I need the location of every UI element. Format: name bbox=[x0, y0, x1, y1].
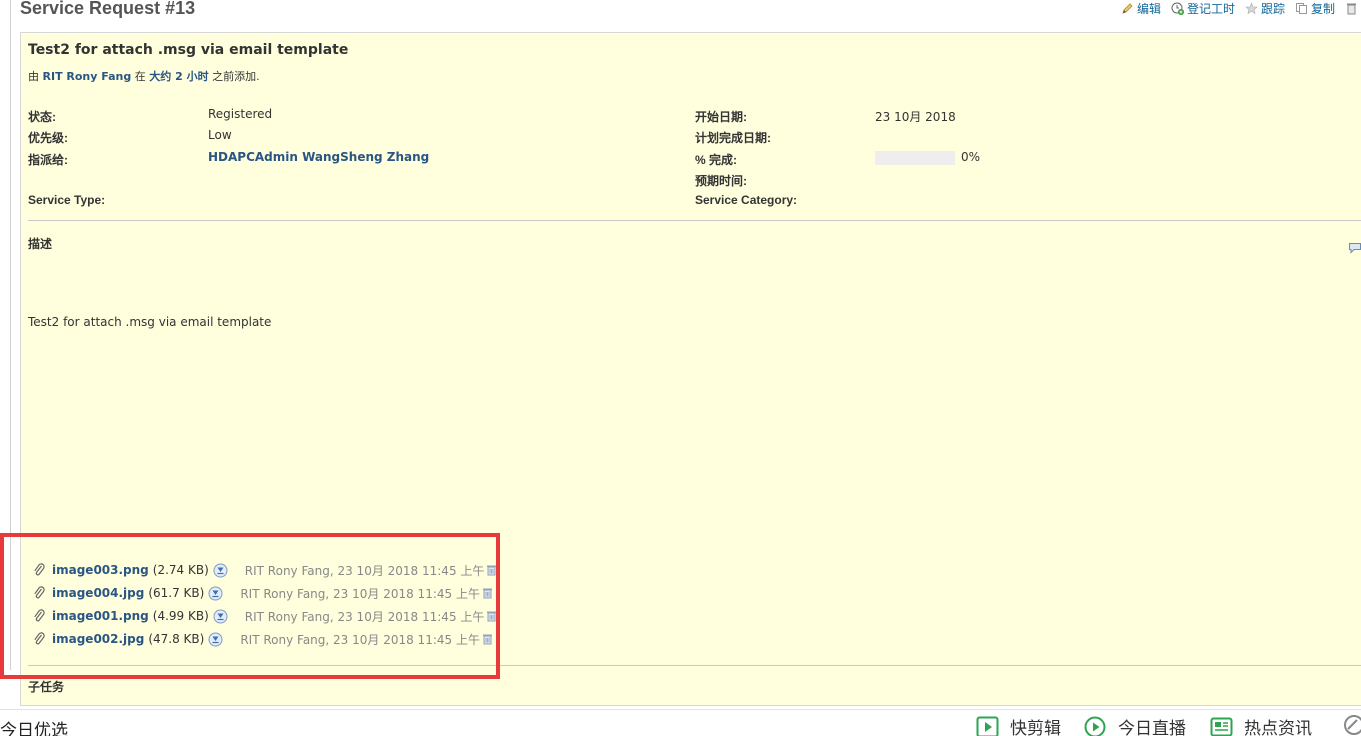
attachment-author-date: RIT Rony Fang, 23 10月 2018 11:45 上午 bbox=[244, 609, 485, 624]
author-link[interactable]: RIT Rony Fang bbox=[43, 70, 132, 83]
assignee-label: 指派给: bbox=[28, 153, 68, 167]
issue-actions: 编辑 登记工时 跟踪 复制 bbox=[1111, 0, 1361, 16]
author-suffix: 之前添加. bbox=[212, 70, 260, 83]
attachment-row: image001.png (4.99 KB) RIT Rony Fang, 23 1… bbox=[33, 607, 497, 625]
service-type-label: Service Type: bbox=[28, 193, 106, 207]
taskbar-item-news[interactable]: 热点资讯 bbox=[1210, 714, 1312, 736]
attributes-divider bbox=[28, 220, 1361, 221]
log-time-button[interactable]: 登记工时 bbox=[1171, 0, 1235, 17]
download-icon[interactable] bbox=[213, 563, 228, 578]
issue-subject: Test2 for attach .msg via email template bbox=[28, 42, 349, 58]
estimated-time-label: 预期时间: bbox=[695, 174, 747, 188]
taskbar-overflow-icon[interactable] bbox=[1342, 714, 1361, 736]
edit-button[interactable]: 编辑 bbox=[1121, 0, 1161, 17]
priority-label: 优先级: bbox=[28, 131, 68, 145]
watch-button[interactable]: 跟踪 bbox=[1245, 0, 1285, 17]
author-prefix: 由 bbox=[28, 70, 39, 83]
issue-author-line: 由 RIT Rony Fang 在 大约 2 小时 之前添加. bbox=[28, 68, 260, 84]
taskbar-item-label: 今日直播 bbox=[1118, 719, 1186, 736]
service-category-label: Service Category: bbox=[695, 193, 798, 207]
attachment-size: (2.74 KB) bbox=[152, 563, 209, 577]
paperclip-icon bbox=[33, 609, 45, 623]
attachment-row: image003.png (2.74 KB) RIT Rony Fang, 23 1… bbox=[33, 561, 497, 579]
taskbar-item-live[interactable]: 今日直播 bbox=[1084, 714, 1186, 736]
created-time-link[interactable]: 大约 2 小时 bbox=[149, 70, 208, 83]
log-time-label: 登记工时 bbox=[1186, 1, 1235, 16]
attachment-row: image002.jpg (47.8 KB) RIT Rony Fang, 23 1… bbox=[33, 630, 493, 648]
taskbar-item-clip[interactable]: 快剪辑 bbox=[976, 714, 1061, 736]
attachment-size: (4.99 KB) bbox=[152, 609, 209, 623]
download-icon[interactable] bbox=[213, 609, 228, 624]
attachment-author-date: RIT Rony Fang, 23 10月 2018 11:45 上午 bbox=[244, 563, 485, 578]
done-ratio-bar bbox=[875, 151, 955, 165]
attachment-row: image004.jpg (61.7 KB) RIT Rony Fang, 23 1… bbox=[33, 584, 493, 602]
description-body: Test2 for attach .msg via email template bbox=[28, 315, 272, 329]
author-mid: 在 bbox=[134, 70, 146, 83]
taskbar-item-label: 快剪辑 bbox=[1010, 719, 1061, 736]
delete-attachment-icon[interactable] bbox=[486, 610, 497, 622]
delete-attachment-icon[interactable] bbox=[482, 633, 493, 645]
start-date-value: 23 10月 2018 bbox=[875, 110, 956, 124]
page-title: Service Request #13 bbox=[20, 0, 196, 18]
taskbar-item-label: 热点资讯 bbox=[1244, 719, 1312, 736]
copy-icon bbox=[1295, 2, 1308, 15]
pencil-icon bbox=[1121, 2, 1134, 15]
copy-button[interactable]: 复制 bbox=[1295, 0, 1335, 17]
attachment-size: (47.8 KB) bbox=[148, 632, 205, 646]
edit-label: 编辑 bbox=[1136, 1, 1161, 16]
copy-label: 复制 bbox=[1310, 1, 1335, 16]
assignee-link[interactable]: HDAPCAdmin WangSheng Zhang bbox=[208, 150, 429, 164]
done-ratio-label: % 完成: bbox=[695, 153, 738, 167]
paperclip-icon bbox=[33, 563, 45, 577]
left-divider bbox=[10, 0, 11, 670]
delete-attachment-icon[interactable] bbox=[486, 564, 497, 576]
attachment-link[interactable]: image004.jpg bbox=[52, 586, 144, 600]
download-icon[interactable] bbox=[208, 586, 223, 601]
subtasks-title: 子任务 bbox=[28, 680, 65, 694]
due-date-label: 计划完成日期: bbox=[695, 131, 771, 145]
taskbar-brand[interactable]: 今日优选 bbox=[0, 716, 68, 736]
taskbar: 今日优选 快剪辑 今日直播 热点资讯 bbox=[0, 709, 1361, 736]
news-icon bbox=[1210, 716, 1234, 736]
attachment-author-date: RIT Rony Fang, 23 10月 2018 11:45 上午 bbox=[240, 586, 480, 601]
priority-value: Low bbox=[208, 128, 232, 142]
paperclip-icon bbox=[33, 632, 45, 646]
issue-panel: Test2 for attach .msg via email template… bbox=[20, 32, 1361, 706]
attachment-size: (61.7 KB) bbox=[148, 586, 205, 600]
done-ratio-value: 0% bbox=[961, 150, 981, 164]
delete-button[interactable] bbox=[1345, 2, 1361, 15]
attachment-link[interactable]: image002.jpg bbox=[52, 632, 144, 646]
delete-attachment-icon[interactable] bbox=[482, 587, 493, 599]
subtasks-divider bbox=[28, 665, 1361, 666]
attachment-link[interactable]: image003.png bbox=[52, 563, 149, 577]
description-title: 描述 bbox=[28, 237, 53, 251]
status-label: 状态: bbox=[28, 110, 56, 124]
start-date-label: 开始日期: bbox=[695, 110, 747, 124]
play-square-icon bbox=[976, 716, 1000, 736]
play-circle-icon bbox=[1084, 716, 1108, 736]
attachment-link[interactable]: image001.png bbox=[52, 609, 149, 623]
star-icon bbox=[1245, 1, 1258, 15]
clock-add-icon bbox=[1171, 2, 1184, 15]
attachment-author-date: RIT Rony Fang, 23 10月 2018 11:45 上午 bbox=[240, 632, 480, 647]
trash-icon bbox=[1345, 2, 1358, 15]
quote-comment-icon[interactable] bbox=[1348, 239, 1361, 254]
status-value: Registered bbox=[208, 107, 273, 121]
paperclip-icon bbox=[33, 586, 45, 600]
download-icon[interactable] bbox=[208, 632, 223, 647]
watch-label: 跟踪 bbox=[1260, 1, 1285, 16]
